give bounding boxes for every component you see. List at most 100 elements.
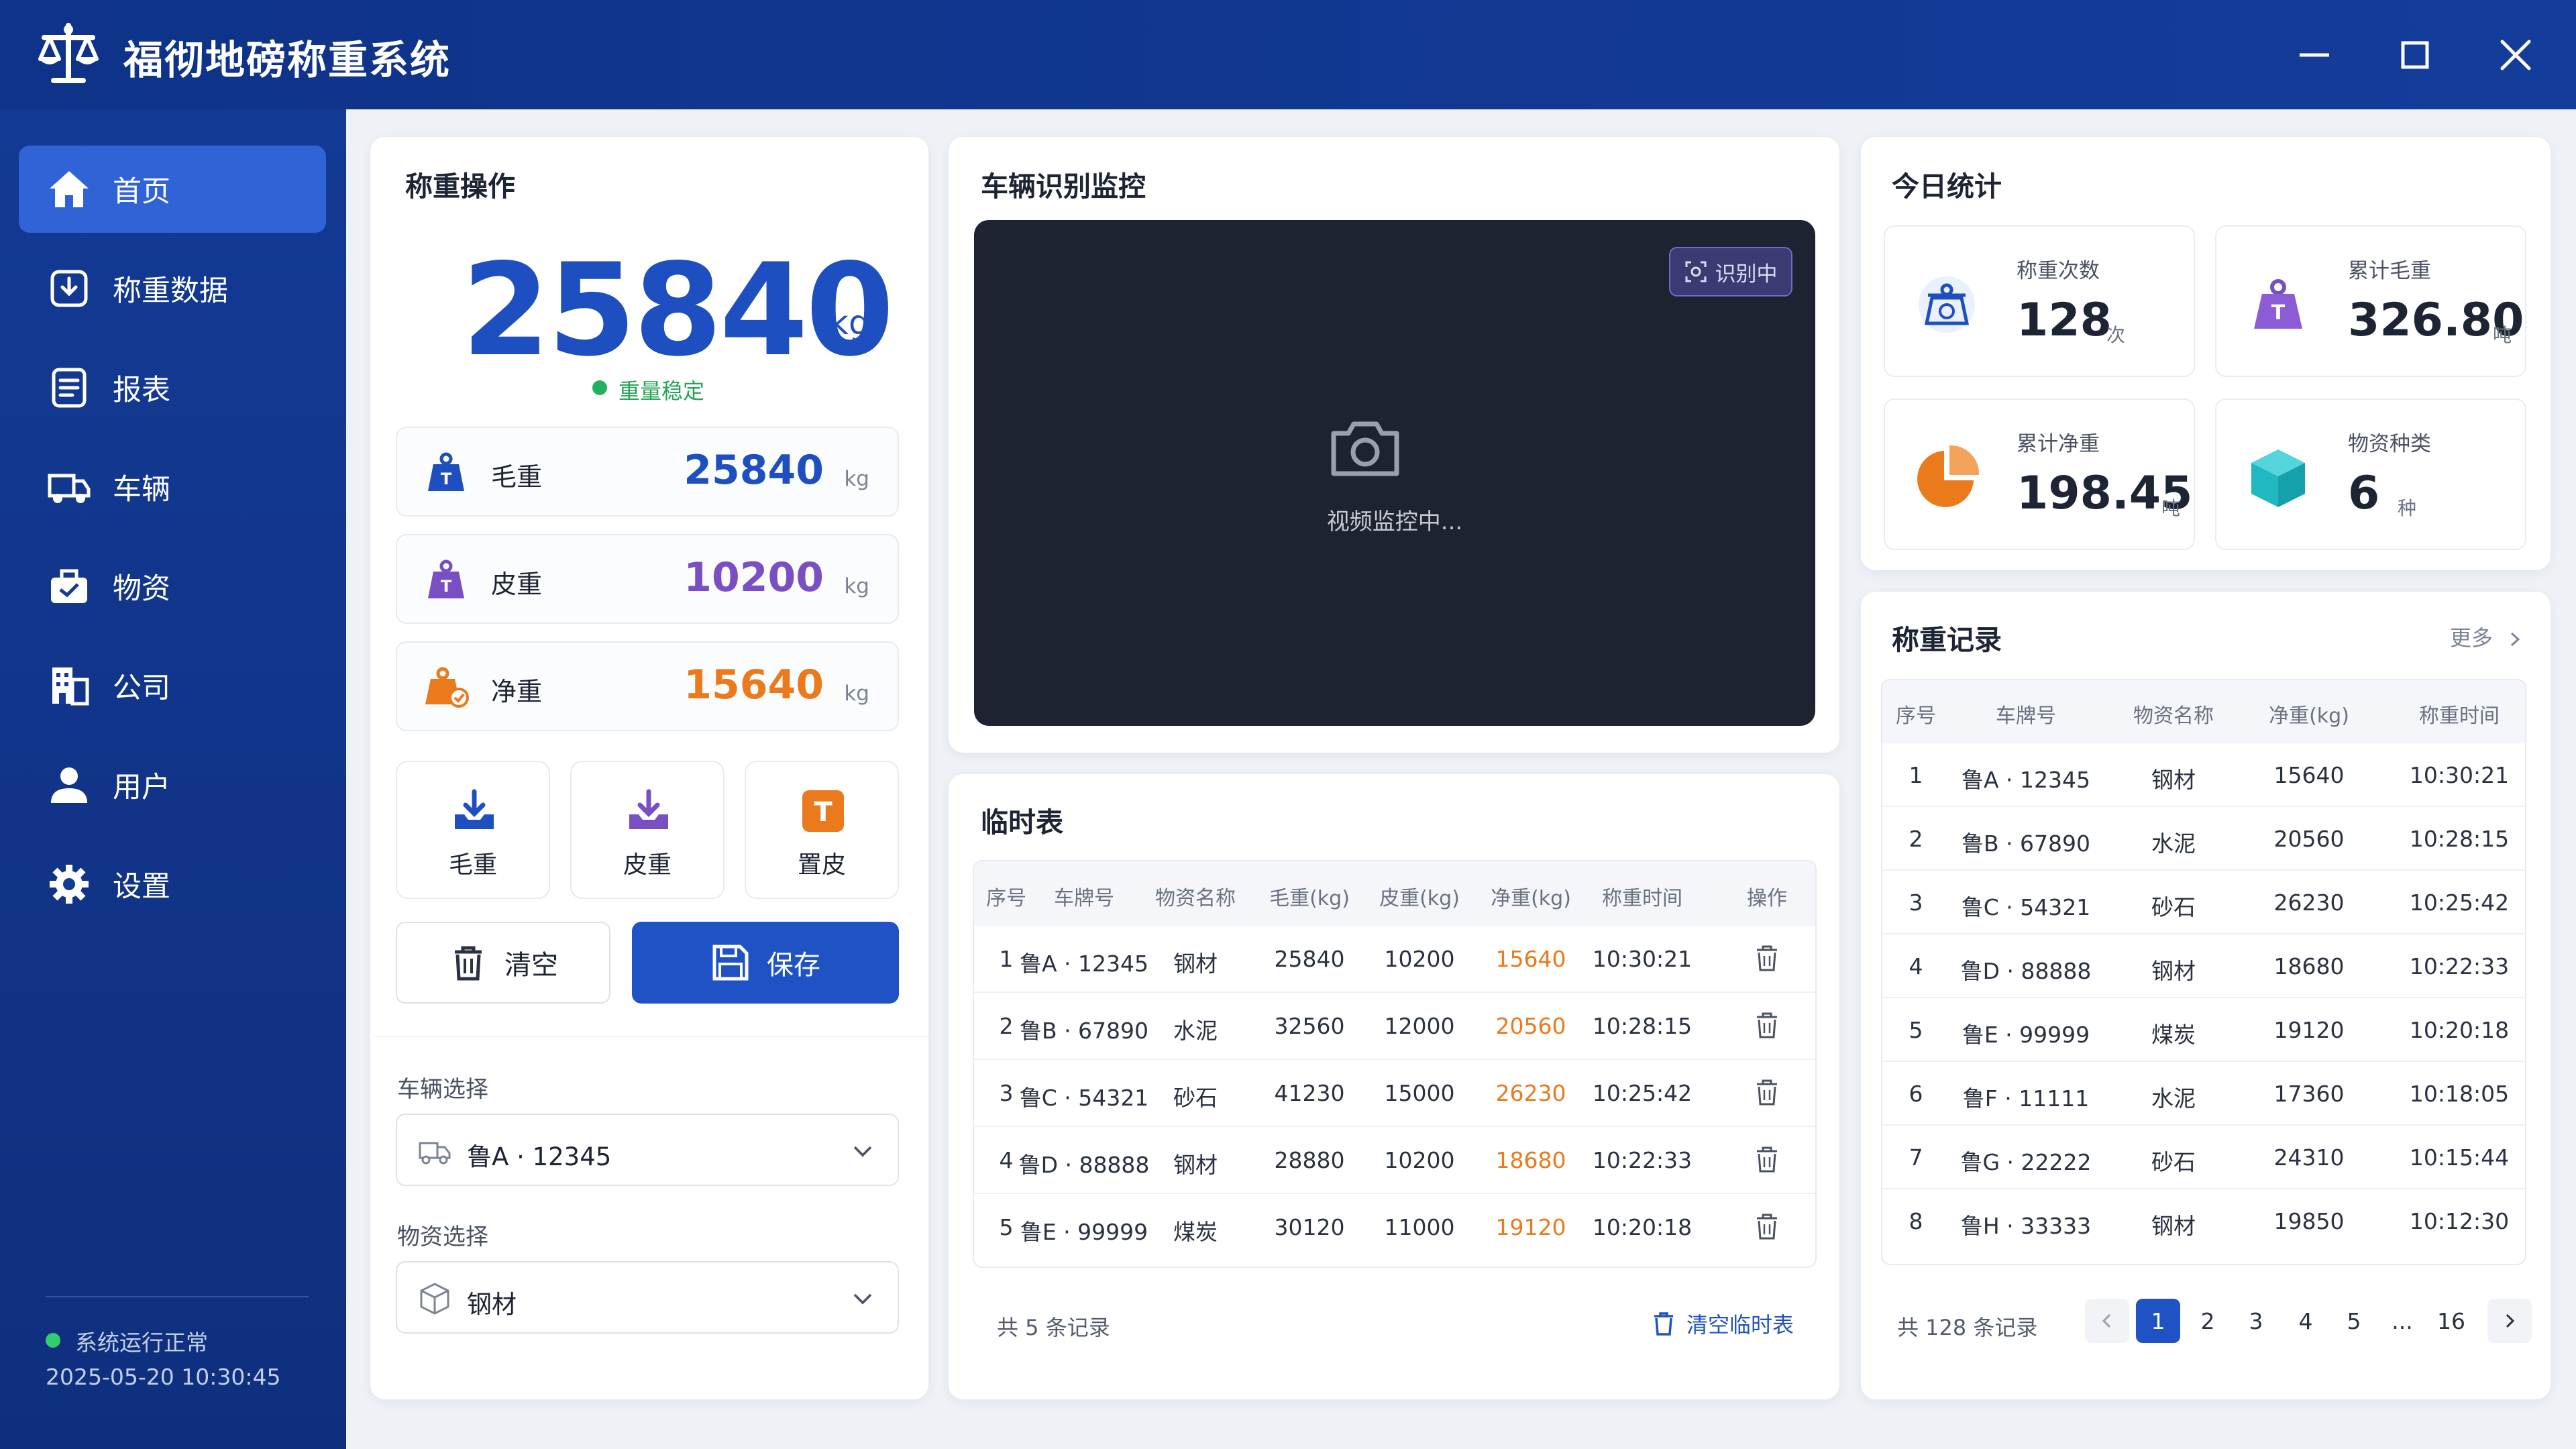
material-select[interactable]: 钢材 (396, 1261, 899, 1334)
next-page-button[interactable] (2487, 1299, 2532, 1343)
tare-weight-row: T 皮重 10200 kg (396, 534, 899, 624)
video-status-text: 视频监控中... (1326, 508, 1463, 535)
page-button[interactable]: 3 (2234, 1299, 2278, 1343)
table-header-cell: 物资名称 (1155, 887, 1236, 910)
table-cell: 钢材 (2151, 958, 2196, 984)
cube-icon (2251, 449, 2305, 507)
gross-weight-value: 25840 (684, 447, 824, 494)
delete-row-icon[interactable] (1752, 943, 1782, 973)
material-select-label: 物资选择 (397, 1224, 488, 1250)
weight-icon: T (428, 559, 464, 598)
page-button[interactable]: 16 (2426, 1299, 2477, 1343)
table-cell: 水泥 (2151, 830, 2196, 857)
system-datetime: 2025-05-20 10:30:45 (46, 1364, 281, 1390)
table-cell: 砂石 (2151, 894, 2196, 920)
table-row[interactable]: 1 鲁A · 12345 钢材 15640 10:30:21 (1882, 743, 2525, 807)
table-row[interactable]: 3 鲁C · 54321 砂石 26230 10:25:42 (1882, 871, 2525, 934)
sidebar-item-weigh-data[interactable]: 称重数据 (19, 245, 326, 332)
button-label: 毛重 (448, 851, 497, 879)
app-title: 福彻地磅称重系统 (123, 37, 451, 83)
maximize-icon[interactable] (2394, 34, 2436, 76)
table-cell: 水泥 (2151, 1085, 2196, 1112)
gear-icon (50, 865, 89, 904)
table-header-cell: 称重时间 (1602, 887, 1682, 910)
table-cell: 10:28:15 (2409, 826, 2510, 852)
table-cell: 8 (1909, 1208, 1923, 1234)
table-header-cell: 车牌号 (1054, 887, 1114, 910)
table-header-cell: 物资名称 (2133, 704, 2214, 728)
page-button[interactable]: 4 (2284, 1299, 2328, 1343)
chevron-down-icon (853, 1146, 872, 1157)
table-cell: 10:20:18 (2409, 1017, 2510, 1043)
recognition-badge-label: 识别中 (1715, 262, 1778, 286)
table-row[interactable]: 2 鲁B · 67890 水泥 20560 10:28:15 (1882, 807, 2525, 871)
delete-row-icon[interactable] (1752, 1212, 1782, 1241)
table-row[interactable]: 5 鲁E · 99999 煤炭 19120 10:20:18 (1882, 998, 2525, 1062)
page-button[interactable]: 1 (2136, 1299, 2180, 1343)
table-row[interactable]: 8 鲁H · 33333 钢材 19850 10:12:30 (1882, 1189, 2525, 1253)
delete-row-icon[interactable] (1752, 1077, 1782, 1107)
table-cell: 18680 (2273, 953, 2345, 979)
stat-total-net: 累计净重 198.45 吨 (1884, 398, 2195, 550)
table-row: 3 鲁C · 54321 砂石 41230 15000 26230 10:25:42 (974, 1060, 1815, 1127)
tare-weight-button[interactable]: 皮重 (570, 761, 724, 899)
table-row[interactable]: 7 鲁G · 22222 砂石 24310 10:15:44 (1882, 1126, 2525, 1189)
stat-value: 128 (2017, 294, 2112, 347)
set-tare-button[interactable]: T 置皮 (745, 761, 899, 899)
close-icon[interactable] (2494, 34, 2537, 76)
table-cell: 鲁C · 54321 (1961, 894, 2091, 920)
table-cell: 10200 (1384, 946, 1455, 972)
page-button[interactable]: 5 (2332, 1299, 2376, 1343)
gross-weight-button[interactable]: 毛重 (396, 761, 550, 899)
user-icon (51, 767, 87, 803)
temp-table-title: 临时表 (981, 806, 1063, 839)
sidebar-item-label: 公司 (113, 672, 170, 705)
table-cell: 水泥 (1173, 1018, 1218, 1044)
sidebar-item-company[interactable]: 公司 (19, 642, 326, 729)
minimize-icon[interactable] (2293, 34, 2336, 76)
page-button[interactable]: 2 (2186, 1299, 2230, 1343)
table-header-cell: 净重(kg) (2269, 704, 2349, 728)
table-cell: 煤炭 (1173, 1219, 1218, 1245)
table-cell: 26230 (2273, 890, 2345, 916)
vehicle-select-value: 鲁A · 12345 (467, 1142, 612, 1171)
table-cell: 4 (1909, 953, 1923, 979)
vehicle-select[interactable]: 鲁A · 12345 (396, 1114, 899, 1186)
more-link[interactable]: 更多 (2450, 621, 2525, 652)
pagination-ellipsis: ... (2392, 1307, 2413, 1334)
table-cell: 15640 (2273, 762, 2345, 788)
video-feed[interactable]: 识别中 视频监控中... (974, 220, 1815, 726)
prev-page-button[interactable] (2085, 1299, 2129, 1343)
materials-icon (51, 569, 87, 603)
table-row[interactable]: 4 鲁D · 88888 钢材 18680 10:22:33 (1882, 934, 2525, 998)
table-header-cell: 皮重(kg) (1379, 887, 1460, 910)
report-icon (52, 368, 87, 408)
clear-temp-table-button[interactable]: 清空临时表 (1650, 1308, 1794, 1339)
sidebar-item-materials[interactable]: 物资 (19, 543, 326, 630)
stat-value: 6 (2348, 467, 2380, 520)
chevron-right-icon (2506, 1313, 2515, 1328)
sidebar-item-settings[interactable]: 设置 (19, 841, 326, 928)
table-cell: 鲁A · 12345 (1961, 767, 2091, 793)
table-cell: 鲁G · 22222 (1960, 1149, 2092, 1175)
table-cell: 7 (1909, 1144, 1923, 1171)
weight-stable-status: 重量稳定 (619, 378, 705, 404)
table-header-cell: 车牌号 (1996, 704, 2056, 728)
sidebar-item-user[interactable]: 用户 (19, 741, 326, 828)
sidebar-item-label: 报表 (113, 374, 170, 407)
clear-button[interactable]: 清空 (396, 922, 610, 1004)
table-cell: 鲁H · 33333 (1960, 1213, 2092, 1239)
camera-icon (1331, 421, 1399, 476)
sidebar-item-home[interactable]: 首页 (19, 146, 326, 233)
delete-row-icon[interactable] (1752, 1010, 1782, 1040)
table-cell: 10:12:30 (2409, 1208, 2510, 1234)
table-row[interactable]: 6 鲁F · 11111 水泥 17360 10:18:05 (1882, 1062, 2525, 1126)
button-label: 皮重 (623, 851, 672, 879)
sidebar-item-vehicle[interactable]: 车辆 (19, 443, 326, 531)
divider (46, 1296, 309, 1297)
save-button[interactable]: 保存 (632, 922, 899, 1004)
delete-row-icon[interactable] (1752, 1144, 1782, 1174)
weigh-records-table: 序号 车牌号 物资名称 净重(kg) 称重时间 1 鲁A · 12345 钢材 15640 10:… (1881, 679, 2526, 1265)
table-header-cell: 操作 (1747, 887, 1787, 910)
sidebar-item-report[interactable]: 报表 (19, 344, 326, 431)
